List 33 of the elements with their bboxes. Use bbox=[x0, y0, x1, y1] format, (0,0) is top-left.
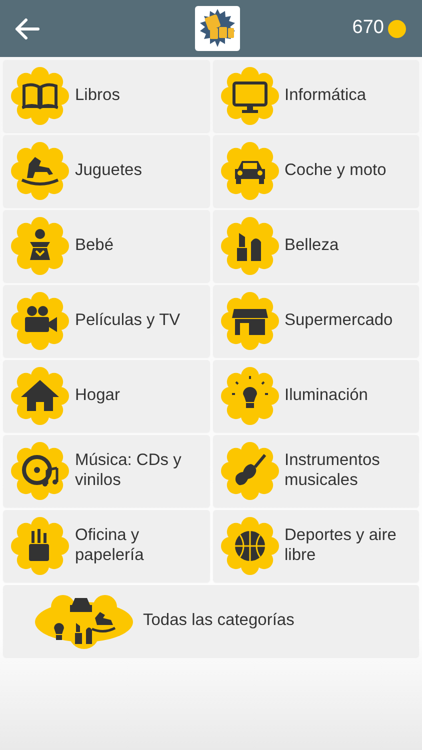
pencil-cup-icon bbox=[11, 517, 69, 575]
category-item[interactable]: Películas y TV bbox=[3, 285, 210, 357]
coin-count: 670 bbox=[352, 16, 384, 40]
category-item[interactable]: Juguetes bbox=[3, 135, 210, 207]
lipstick-icon bbox=[220, 217, 278, 275]
category-item[interactable]: Música: CDs y vinilos bbox=[3, 435, 210, 507]
category-item[interactable]: Coche y moto bbox=[212, 135, 419, 207]
music-disc-icon bbox=[11, 442, 69, 500]
store-icon bbox=[220, 292, 278, 350]
category-item[interactable]: Iluminación bbox=[212, 360, 419, 432]
monitor-icon bbox=[220, 67, 278, 125]
car-icon bbox=[220, 142, 278, 200]
all-categories-item[interactable]: Todas las categorías bbox=[3, 585, 419, 657]
rocking-horse-icon bbox=[11, 142, 69, 200]
logo-icon bbox=[194, 6, 240, 51]
baby-icon bbox=[11, 217, 69, 275]
category-collage-icon bbox=[33, 592, 135, 650]
light-bulb-icon bbox=[220, 367, 278, 425]
basketball-icon bbox=[220, 517, 278, 575]
category-item[interactable]: Deportes y aire libre bbox=[212, 510, 419, 582]
movie-camera-icon bbox=[11, 292, 69, 350]
category-item[interactable]: Belleza bbox=[212, 210, 419, 282]
guitar-icon bbox=[220, 442, 278, 500]
category-item[interactable]: Informática bbox=[212, 60, 419, 132]
category-item[interactable]: Hogar bbox=[3, 360, 210, 432]
book-icon bbox=[11, 67, 69, 125]
category-item[interactable]: Oficina y papelería bbox=[3, 510, 210, 582]
category-item[interactable]: Libros bbox=[3, 60, 210, 132]
coin-icon bbox=[388, 20, 406, 38]
category-item[interactable]: Supermercado bbox=[212, 285, 419, 357]
category-item[interactable]: Bebé bbox=[3, 210, 210, 282]
category-item[interactable]: Instrumentos musicales bbox=[212, 435, 419, 507]
house-icon bbox=[11, 367, 69, 425]
